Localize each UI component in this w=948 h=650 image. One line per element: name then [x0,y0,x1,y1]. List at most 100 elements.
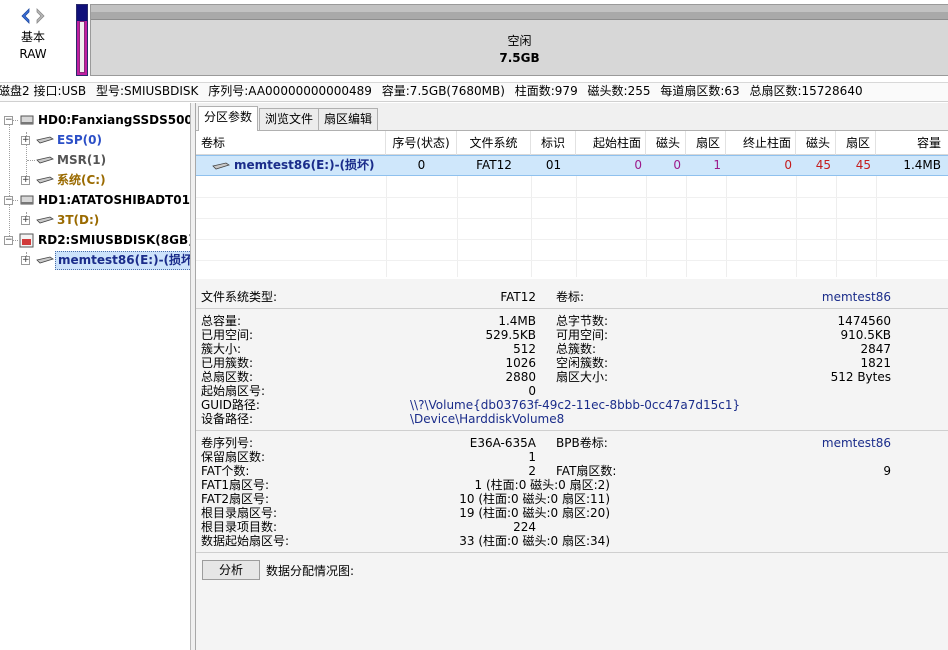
free-space-label: 空闲 [507,34,532,48]
grid-line [196,197,948,198]
expand-icon[interactable]: + [21,216,30,225]
root-dir-sector-label: 根目录扇区号: [201,506,278,520]
bpb-label-value: memtest86 [821,436,891,450]
disk-map-bar: 基本 RAW 空闲 7.5GB [0,0,948,82]
expand-icon[interactable]: + [21,176,30,185]
disk-nav [20,8,50,24]
tree-line [9,120,10,240]
device-path-label: 设备路径: [201,412,254,426]
partition-icon [36,156,54,164]
total-sectors-label: 总扇区数: [201,370,254,384]
tree-item-label: HD0:FanxiangSSDS50012 [38,113,190,127]
cluster-size-value: 512 [513,342,536,356]
tree-item-label: MSR(1) [57,153,107,167]
cell-start-cylinder: 0 [634,158,642,172]
tree-line [27,160,35,161]
collapse-icon[interactable]: − [4,196,13,205]
start-sector-label: 起始扇区号: [201,384,266,398]
tab-browse-files[interactable]: 浏览文件 [259,108,320,130]
fat-count-value: 2 [528,464,536,478]
volume-serial-value: E36A-635A [469,436,536,450]
column-header[interactable]: 起始柱面 [576,131,646,155]
free-space-label: 可用空间: [556,328,609,342]
grid-line [196,260,948,261]
free-space-strip [91,5,948,20]
free-clusters-value: 1821 [860,356,891,370]
total-bytes-label: 总字节数: [556,314,609,328]
sector-size-value: 512 Bytes [830,370,891,384]
tab-partition-params[interactable]: 分区参数 [198,106,259,131]
column-header[interactable]: 终止柱面 [726,131,796,155]
free-clusters-label: 空闲簇数: [556,356,609,370]
column-header[interactable]: 序号(状态) [386,131,457,155]
column-header[interactable]: 容量 [876,131,948,155]
used-space-value: 529.5KB [485,328,536,342]
column-header[interactable]: 扇区 [686,131,726,155]
disk-format: RAW [19,47,47,61]
next-disk-icon[interactable] [34,8,46,24]
cell-start-sector: 1 [713,158,721,172]
column-header[interactable]: 文件系统 [457,131,531,155]
fs-type-value: FAT12 [500,290,536,304]
used-clusters-value: 1026 [505,356,536,370]
column-header[interactable]: 扇区 [836,131,876,155]
table-row[interactable]: memtest86(E:)-(损坏) 0 FAT12 01 0 0 1 0 45… [196,155,948,176]
disk-kind: 基本 [20,30,45,44]
section-divider [196,552,948,553]
expand-icon[interactable]: + [21,256,30,265]
usage-bar-track [79,21,85,73]
volume-serial-label: 卷序列号: [201,436,254,450]
total-capacity-value: 1.4MB [498,314,536,328]
reserved-sectors-value: 1 [528,450,536,464]
tab-sector-edit[interactable]: 扇区编辑 [318,108,379,130]
collapse-icon[interactable]: − [4,116,13,125]
partition-icon [36,216,54,224]
grid-line [196,218,948,219]
free-space-region[interactable]: 空闲 7.5GB [90,4,948,76]
column-header[interactable]: 卷标 [196,131,386,155]
tab-content: 卷标 序号(状态) 文件系统 标识 起始柱面 磁头 扇区 终止柱面 磁头 扇区 … [196,130,948,650]
disk-cylinders: 柱面数:979 [514,84,578,98]
disk-total-sectors: 总扇区数:15728640 [749,84,863,98]
table-header: 卷标 序号(状态) 文件系统 标识 起始柱面 磁头 扇区 终止柱面 磁头 扇区 … [196,131,948,155]
cluster-size-label: 簇大小: [201,342,242,356]
fat2-sector-label: FAT2扇区号: [201,492,270,506]
column-header[interactable]: 标识 [531,131,576,155]
total-clusters-label: 总簇数: [556,342,597,356]
section-divider [196,430,948,431]
section-divider [196,308,948,309]
disk-model: 型号:SMIUSBDISK [95,84,199,98]
free-space-value: 910.5KB [840,328,891,342]
collapse-icon[interactable]: − [4,236,13,245]
column-header[interactable]: 磁头 [796,131,836,155]
fat1-sector-value: 1 (柱面:0 磁头:0 扇区:2) [474,478,610,492]
partition-icon [212,162,230,170]
disk-serial: 序列号:AA00000000000489 [208,84,372,98]
partition-icon [36,256,54,264]
analyze-button[interactable]: 分析 [202,560,260,580]
bpb-label-label: BPB卷标: [556,436,608,450]
filesystem-details: 文件系统类型: FAT12 卷标: memtest86 总容量: 1.4MB 总… [196,279,948,650]
column-header[interactable]: 磁头 [646,131,686,155]
total-capacity-label: 总容量: [201,314,242,328]
fat-sectors-value: 9 [883,464,891,478]
root-dir-entries-value: 224 [513,520,536,534]
tab-bar: 分区参数 浏览文件 扇区编辑 [196,106,948,131]
expand-icon[interactable]: + [21,136,30,145]
prev-disk-icon[interactable] [20,8,32,24]
data-map-label: 数据分配情况图: [266,564,355,578]
volume-label-label: 卷标: [556,290,585,304]
cell-id: 01 [545,158,562,172]
cell-end-cylinder: 0 [784,158,792,172]
disk-tree: − HD0:FanxiangSSDS50012 + ESP(0) MSR(1) … [0,103,191,650]
hard-disk-icon [20,115,34,125]
disk-heads: 磁头数:255 [587,84,651,98]
cell-start-head: 0 [673,158,681,172]
disk-type-label: 基本 RAW [10,29,56,63]
disk-info-line: 磁盘2 接口:USB 型号:SMIUSBDISK 序列号:AA000000000… [0,82,948,102]
data-start-sector-label: 数据起始扇区号: [201,534,290,548]
cell-end-head: 45 [815,158,831,172]
guid-path-label: GUID路径: [201,398,260,412]
volume-label-value: memtest86 [821,290,891,304]
free-space-size: 7.5GB [499,51,540,65]
